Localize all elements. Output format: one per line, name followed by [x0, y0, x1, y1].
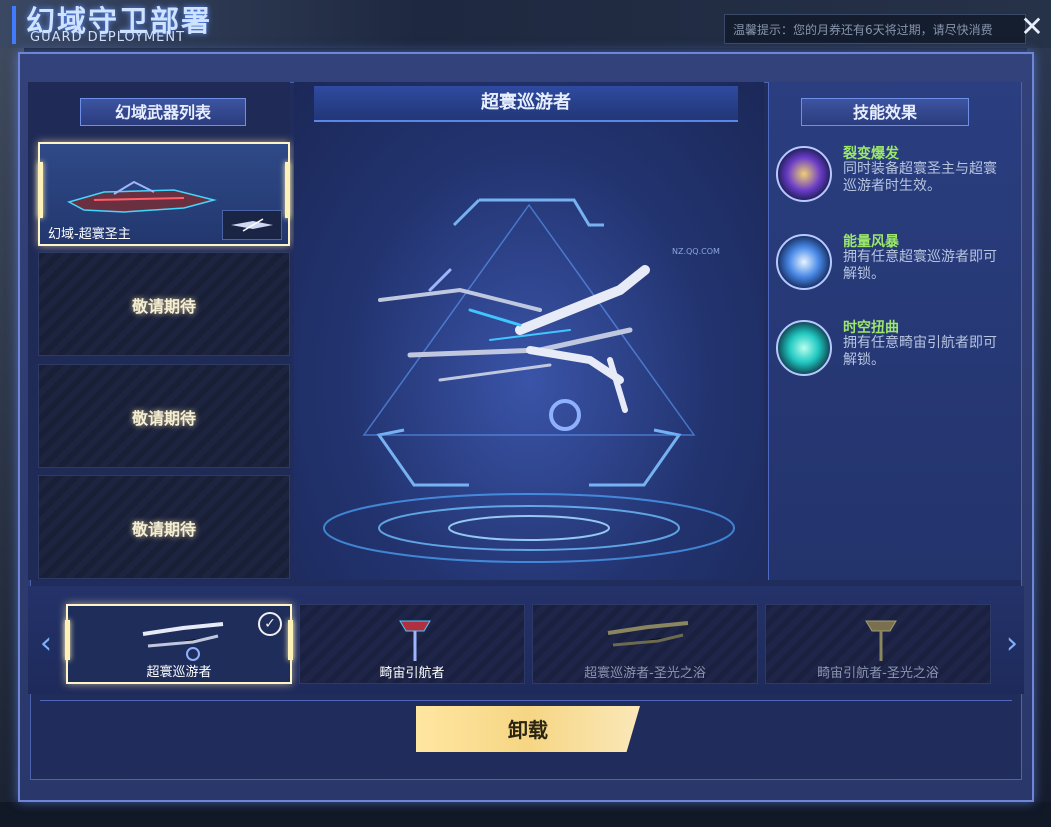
weapon-thumb-icon — [231, 218, 273, 232]
notice-banner: 温馨提示：您的月券还有6天将过期，请尽快消费 — [724, 14, 1026, 44]
title-accent-bar — [12, 6, 16, 44]
skill-item-3: 时空扭曲 拥有任意畸宙引航者即可解锁。 — [776, 320, 1016, 384]
page-subtitle: GUARD DEPLOYMENT — [30, 30, 186, 45]
weapon-thumb — [222, 210, 282, 240]
carousel-item-2[interactable]: 畸宙引航者 — [299, 604, 525, 684]
coming-soon-label: 敬请期待 — [131, 297, 196, 316]
skill-item-2: 能量风暴 拥有任意超寰巡游者即可解锁。 — [776, 234, 1016, 298]
skill-description: 拥有任意畸宙引航者即可解锁。 — [843, 335, 997, 368]
vortex-icon — [776, 320, 832, 376]
showcase-title: 超寰巡游者 — [481, 92, 571, 113]
skin-image — [607, 621, 689, 647]
skill-item-1: 裂变爆发 同时装备超寰圣主与超寰巡游者时生效。 — [776, 146, 1016, 210]
skill-description: 拥有任意超寰巡游者即可解锁。 — [843, 249, 997, 282]
coming-soon-label: 敬请期待 — [131, 409, 196, 428]
slot-side-glow-left — [38, 162, 43, 218]
skin-label: 畸宙引航者 — [379, 666, 445, 681]
skin-image — [865, 620, 897, 661]
weapon-slot-2: 敬请期待 — [38, 252, 290, 356]
carousel-item-3[interactable]: 超寰巡游者-圣光之浴 — [532, 604, 758, 684]
weapon-slot-4: 敬请期待 — [38, 475, 290, 579]
skill-name: 能量风暴 — [843, 234, 899, 250]
weapon-slot-1[interactable]: 幻域-超寰圣主 — [38, 142, 290, 246]
skill-effects-header: 技能效果 — [801, 98, 969, 126]
carousel-item-4[interactable]: 畸宙引航者-圣光之浴 — [765, 604, 991, 684]
skin-label: 畸宙引航者-圣光之浴 — [817, 666, 939, 681]
skill-name: 裂变爆发 — [843, 146, 899, 162]
weapon-list-header: 幻域武器列表 — [80, 98, 246, 126]
coming-soon-label: 敬请期待 — [131, 520, 196, 539]
lightning-icon — [776, 146, 832, 202]
item-side-glow-left — [65, 620, 70, 660]
skin-label: 超寰巡游者 — [146, 665, 212, 680]
skill-description: 同时装备超寰圣主与超寰巡游者时生效。 — [843, 161, 997, 194]
weapon-slot-label: 幻域-超寰圣主 — [48, 227, 131, 242]
carousel-item-1[interactable]: ✓ 超寰巡游者 — [65, 604, 293, 684]
skin-image — [142, 622, 224, 661]
close-button[interactable]: ✕ — [1018, 13, 1046, 42]
weapon-model — [378, 265, 650, 431]
arrow-up-icon — [776, 234, 832, 290]
weapon-slot-3: 敬请期待 — [38, 364, 290, 468]
watermark-text: NZ.QQ.COM — [672, 247, 720, 256]
slot-side-glow-right — [285, 162, 290, 218]
carousel-next-button[interactable]: › — [1002, 626, 1022, 662]
skin-image — [399, 620, 431, 661]
background-bottom-bar — [0, 802, 1051, 827]
skill-name: 时空扭曲 — [843, 320, 899, 336]
carousel-prev-button[interactable]: ‹ — [36, 626, 56, 662]
skin-label: 超寰巡游者-圣光之浴 — [584, 666, 706, 681]
unload-button[interactable]: 卸载 — [416, 706, 640, 752]
item-side-glow-right — [288, 620, 293, 660]
divider — [40, 700, 1012, 701]
checkmark-icon: ✓ — [258, 612, 282, 636]
